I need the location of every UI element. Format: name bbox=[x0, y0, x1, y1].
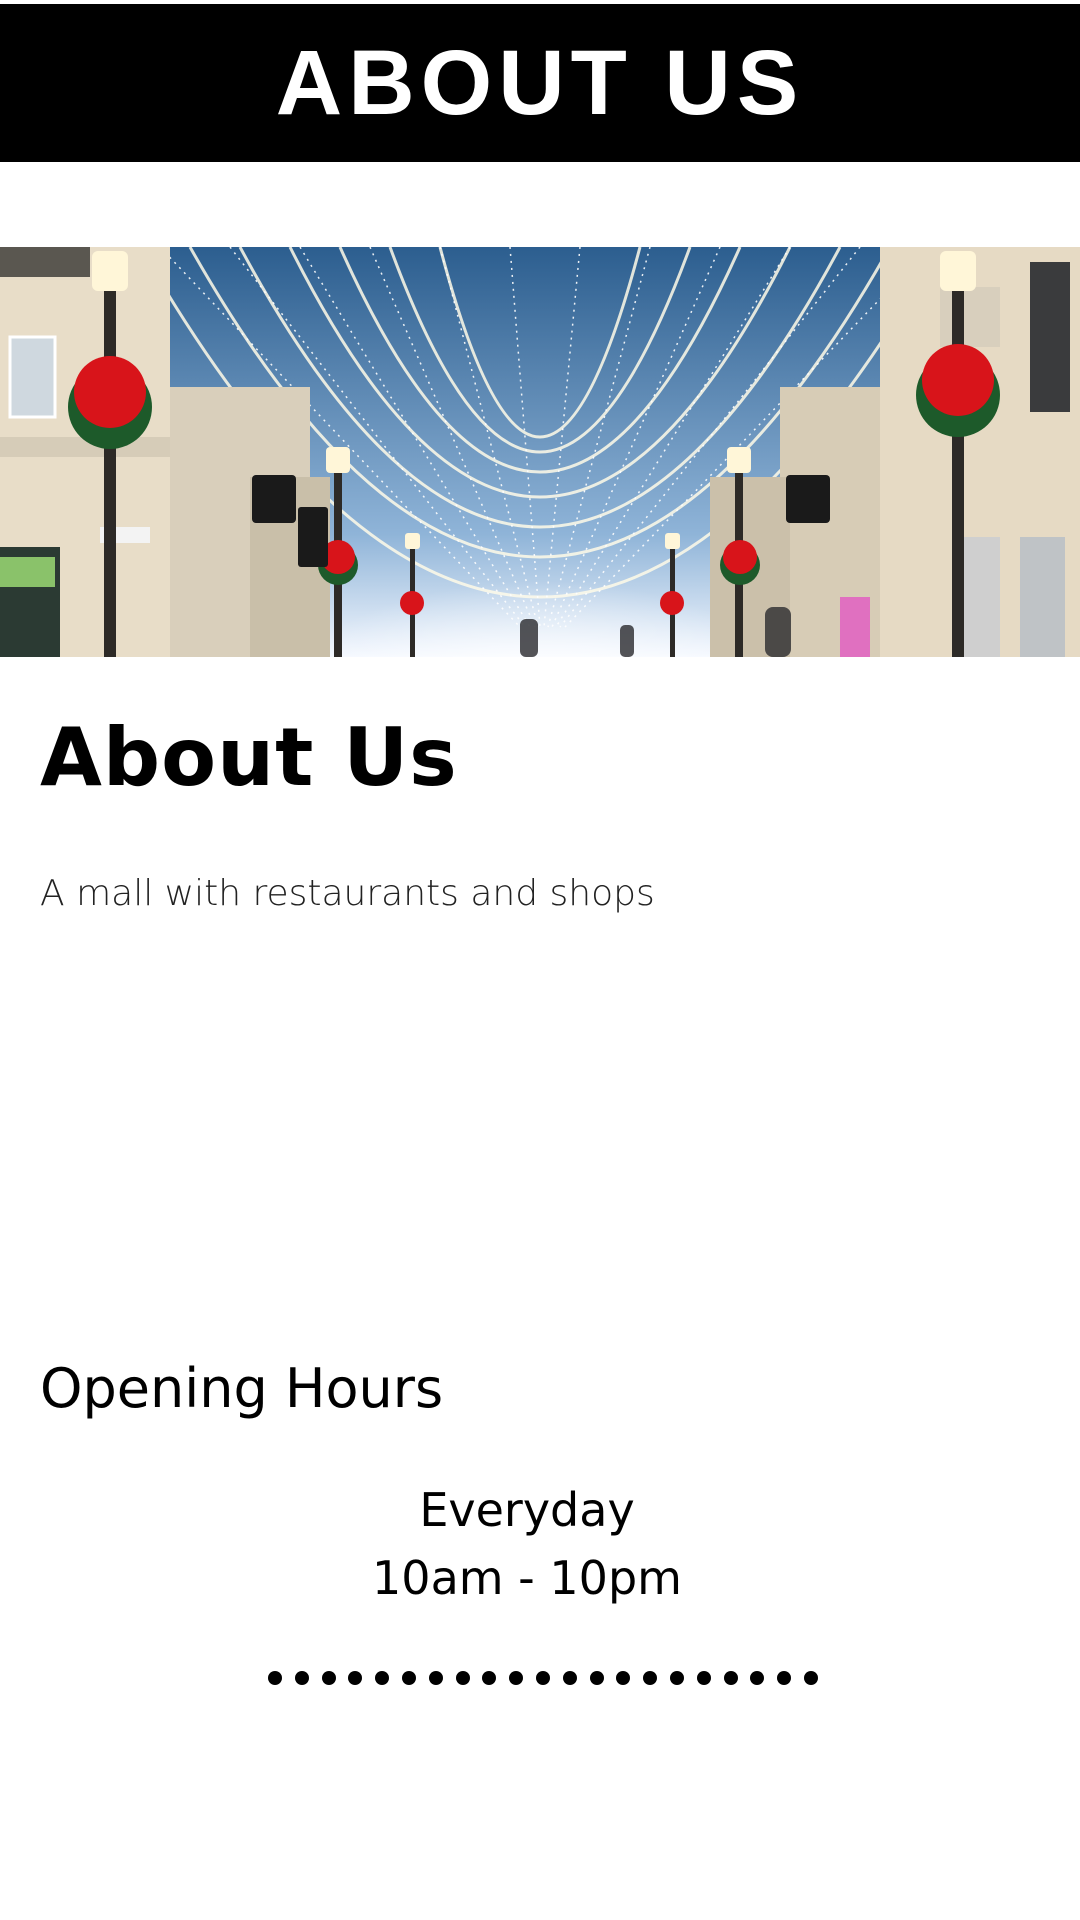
opening-hours-block: Everyday 10am - 10pm bbox=[0, 1476, 1054, 1612]
pagination-dot[interactable] bbox=[777, 1671, 792, 1685]
opening-days: Everyday bbox=[419, 1483, 635, 1537]
pagination-dot[interactable] bbox=[375, 1671, 390, 1685]
pagination-dot[interactable] bbox=[535, 1671, 550, 1685]
about-us-page: ABOUT US About Us A mall with restaurant… bbox=[0, 0, 1080, 1920]
banner-title: ABOUT US bbox=[275, 32, 805, 134]
pagination-dot[interactable] bbox=[643, 1671, 658, 1685]
pagination-dot[interactable] bbox=[750, 1671, 765, 1685]
pagination-dot[interactable] bbox=[401, 1671, 416, 1685]
pagination-dot[interactable] bbox=[696, 1671, 711, 1685]
opening-time: 10am - 10pm bbox=[372, 1551, 682, 1605]
hero-illustration bbox=[0, 247, 1080, 657]
top-banner: ABOUT US bbox=[0, 4, 1080, 162]
page-heading: About Us bbox=[40, 711, 458, 804]
pagination-dot[interactable] bbox=[294, 1671, 309, 1685]
pagination-dot[interactable] bbox=[803, 1671, 818, 1685]
pagination-dot[interactable] bbox=[321, 1671, 336, 1685]
pagination-dot[interactable] bbox=[669, 1671, 684, 1685]
pagination-dots[interactable] bbox=[268, 1666, 818, 1690]
pagination-dot[interactable] bbox=[562, 1671, 577, 1685]
pagination-dot[interactable] bbox=[723, 1671, 738, 1685]
tagline-text: A mall with restaurants and shops bbox=[40, 873, 655, 914]
opening-hours-heading: Opening Hours bbox=[40, 1357, 444, 1420]
pagination-dot[interactable] bbox=[616, 1671, 631, 1685]
hero-image bbox=[0, 247, 1080, 657]
pagination-dot[interactable] bbox=[482, 1671, 497, 1685]
pagination-dot[interactable] bbox=[348, 1671, 363, 1685]
pagination-dot[interactable] bbox=[455, 1671, 470, 1685]
pagination-dot[interactable] bbox=[268, 1671, 282, 1685]
pagination-dot[interactable] bbox=[428, 1671, 443, 1685]
pagination-dot[interactable] bbox=[589, 1671, 604, 1685]
pagination-dot[interactable] bbox=[509, 1671, 524, 1685]
